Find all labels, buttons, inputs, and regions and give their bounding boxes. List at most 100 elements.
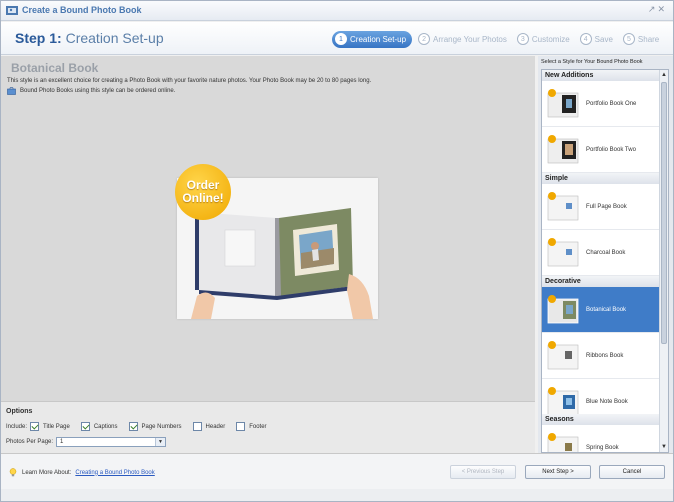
wizard-window: Create a Bound Photo Book ↗✕ Step 1: Cre… <box>0 0 674 502</box>
step-label: Creation Set-up <box>350 34 407 44</box>
next-step-button[interactable]: Next Step > <box>525 465 591 479</box>
wizard-footer: Learn More About: Creating a Bound Photo… <box>1 453 673 489</box>
style-item-label: Spring Book <box>586 444 619 451</box>
step-label: Arrange Your Photos <box>433 34 507 44</box>
options-label: Options <box>6 408 33 415</box>
learn-more-label: Learn More About: <box>22 469 72 476</box>
status-strip <box>1 489 673 501</box>
photos-per-page-row: Photos Per Page: 1 ▼ <box>6 437 167 447</box>
checkbox-box[interactable] <box>192 422 202 431</box>
chevron-down-icon[interactable]: ▼ <box>155 438 166 446</box>
photos-per-page-label: Photos Per Page: <box>6 439 54 445</box>
style-item-label: Portfolio Book Two <box>586 146 636 153</box>
category-simple: Simple <box>542 173 660 184</box>
step-label: Customize <box>531 34 570 44</box>
note-text: Bound Photo Books using this style can b… <box>20 88 176 94</box>
learn-more: Learn More About: Creating a Bound Photo… <box>9 468 155 477</box>
step-label: Save <box>594 34 613 44</box>
step-creation-setup[interactable]: 1 Creation Set-up <box>332 30 413 48</box>
select-value: 1 <box>60 439 64 445</box>
badge-line-2: Online! <box>182 191 224 205</box>
botanical-book-thumbnail <box>547 294 579 323</box>
portfolio-book-two-thumbnail <box>547 134 579 163</box>
scroll-down-icon[interactable]: ▼ <box>661 443 667 451</box>
style-item-label: Portfolio Book One <box>586 100 637 107</box>
window-title: Create a Bound Photo Book <box>22 5 142 15</box>
charcoal-book-thumbnail <box>547 237 579 266</box>
step-customize[interactable]: 3 Customize <box>515 31 574 48</box>
scroll-up-icon[interactable]: ▲ <box>661 71 667 79</box>
step-save[interactable]: 4 Save <box>578 31 617 48</box>
checkbox-label: Page Numbers <box>141 423 182 430</box>
include-label: Include: <box>6 423 28 430</box>
footer-checkbox[interactable]: Footer <box>236 422 267 431</box>
style-item-full-page-book[interactable]: Full Page Book <box>542 184 660 230</box>
options-panel: Options Include: Title Page Captions Pag… <box>1 401 535 453</box>
style-item-botanical-book[interactable]: Botanical Book <box>542 287 660 333</box>
step-progress: 1 Creation Set-up 2 Arrange Your Photos … <box>332 30 663 48</box>
style-item-label: Blue Note Book <box>586 398 628 405</box>
step-share[interactable]: 5 Share <box>621 31 663 48</box>
page-numbers-checkbox[interactable]: Page Numbers <box>128 422 182 431</box>
photos-per-page-select[interactable]: 1 ▼ <box>56 437 167 447</box>
order-online-note: Bound Photo Books using this style can b… <box>7 87 175 95</box>
ribbons-book-thumbnail <box>547 340 579 369</box>
step-circle: 3 <box>516 33 529 45</box>
checkbox-label: Header <box>205 423 226 430</box>
category-new-additions: New Additions <box>542 70 660 81</box>
cancel-button[interactable]: Cancel <box>599 465 665 479</box>
window-controls[interactable]: ↗✕ <box>648 4 667 15</box>
style-list-header: Select a Style for Your Bound Photo Book <box>541 59 643 65</box>
step-circle: 4 <box>579 33 592 45</box>
step-circle: 2 <box>418 33 431 45</box>
shopping-bag-icon <box>7 87 16 95</box>
style-heading: Botanical Book <box>11 61 99 75</box>
spring-book-thumbnail <box>547 432 579 452</box>
style-description: This style is an excellent choice for cr… <box>7 78 372 84</box>
style-item-label: Ribbons Book <box>586 352 624 359</box>
scrollbar-thumb[interactable] <box>661 82 667 344</box>
step-title: Step 1: Creation Set-up <box>15 30 164 46</box>
style-item-portfolio-book-one[interactable]: Portfolio Book One <box>542 81 660 127</box>
full-page-book-thumbnail <box>547 191 579 220</box>
step-arrange-photos[interactable]: 2 Arrange Your Photos <box>416 31 511 48</box>
previous-step-button[interactable]: < Previous Step <box>450 465 516 479</box>
style-list-scrollbar[interactable]: ▲ ▼ <box>659 70 668 452</box>
style-item-spring-book[interactable]: Spring Book <box>542 425 660 452</box>
checkbox-box[interactable] <box>128 422 138 431</box>
checkbox-box[interactable] <box>236 422 246 431</box>
lightbulb-icon <box>9 468 17 477</box>
checkbox-label: Title Page <box>43 423 70 430</box>
captions-checkbox[interactable]: Captions <box>80 422 118 431</box>
category-decorative: Decorative <box>542 276 660 287</box>
style-item-charcoal-book[interactable]: Charcoal Book <box>542 230 660 276</box>
checkbox-label: Captions <box>93 423 118 430</box>
style-item-ribbons-book[interactable]: Ribbons Book <box>542 333 660 379</box>
include-row: Include: Title Page Captions Page Number… <box>6 422 278 431</box>
step-number: Step 1: <box>15 30 62 46</box>
order-online-badge: Order Online! <box>175 164 231 220</box>
step-label: Share <box>637 34 660 44</box>
learn-more-link[interactable]: Creating a Bound Photo Book <box>75 470 154 476</box>
close-icon[interactable]: ✕ <box>657 4 667 14</box>
photo-book-app-icon <box>6 6 18 15</box>
checkbox-label: Footer <box>249 423 267 430</box>
style-item-label: Charcoal Book <box>586 249 626 256</box>
step-name: Creation Set-up <box>65 30 164 46</box>
step-circle: 1 <box>335 33 347 45</box>
checkbox-box[interactable] <box>30 422 40 431</box>
style-item-label: Botanical Book <box>586 306 627 313</box>
style-item-label: Full Page Book <box>586 203 627 210</box>
title-page-checkbox[interactable]: Title Page <box>30 422 70 431</box>
step-circle: 5 <box>622 33 635 45</box>
checkbox-box[interactable] <box>80 422 90 431</box>
header-checkbox[interactable]: Header <box>192 422 226 431</box>
portfolio-book-one-thumbnail <box>547 88 579 117</box>
step-header: Step 1: Creation Set-up 1 Creation Set-u… <box>1 22 673 55</box>
style-preview-panel: Botanical Book This style is an excellen… <box>1 56 535 401</box>
style-item-portfolio-book-two[interactable]: Portfolio Book Two <box>542 127 660 173</box>
style-list[interactable]: New Additions Portfolio Book One Portfol… <box>541 69 669 453</box>
category-seasons: Seasons <box>542 414 660 425</box>
title-bar: Create a Bound Photo Book ↗✕ <box>1 1 673 21</box>
style-list-panel: Select a Style for Your Bound Photo Book… <box>538 56 673 453</box>
